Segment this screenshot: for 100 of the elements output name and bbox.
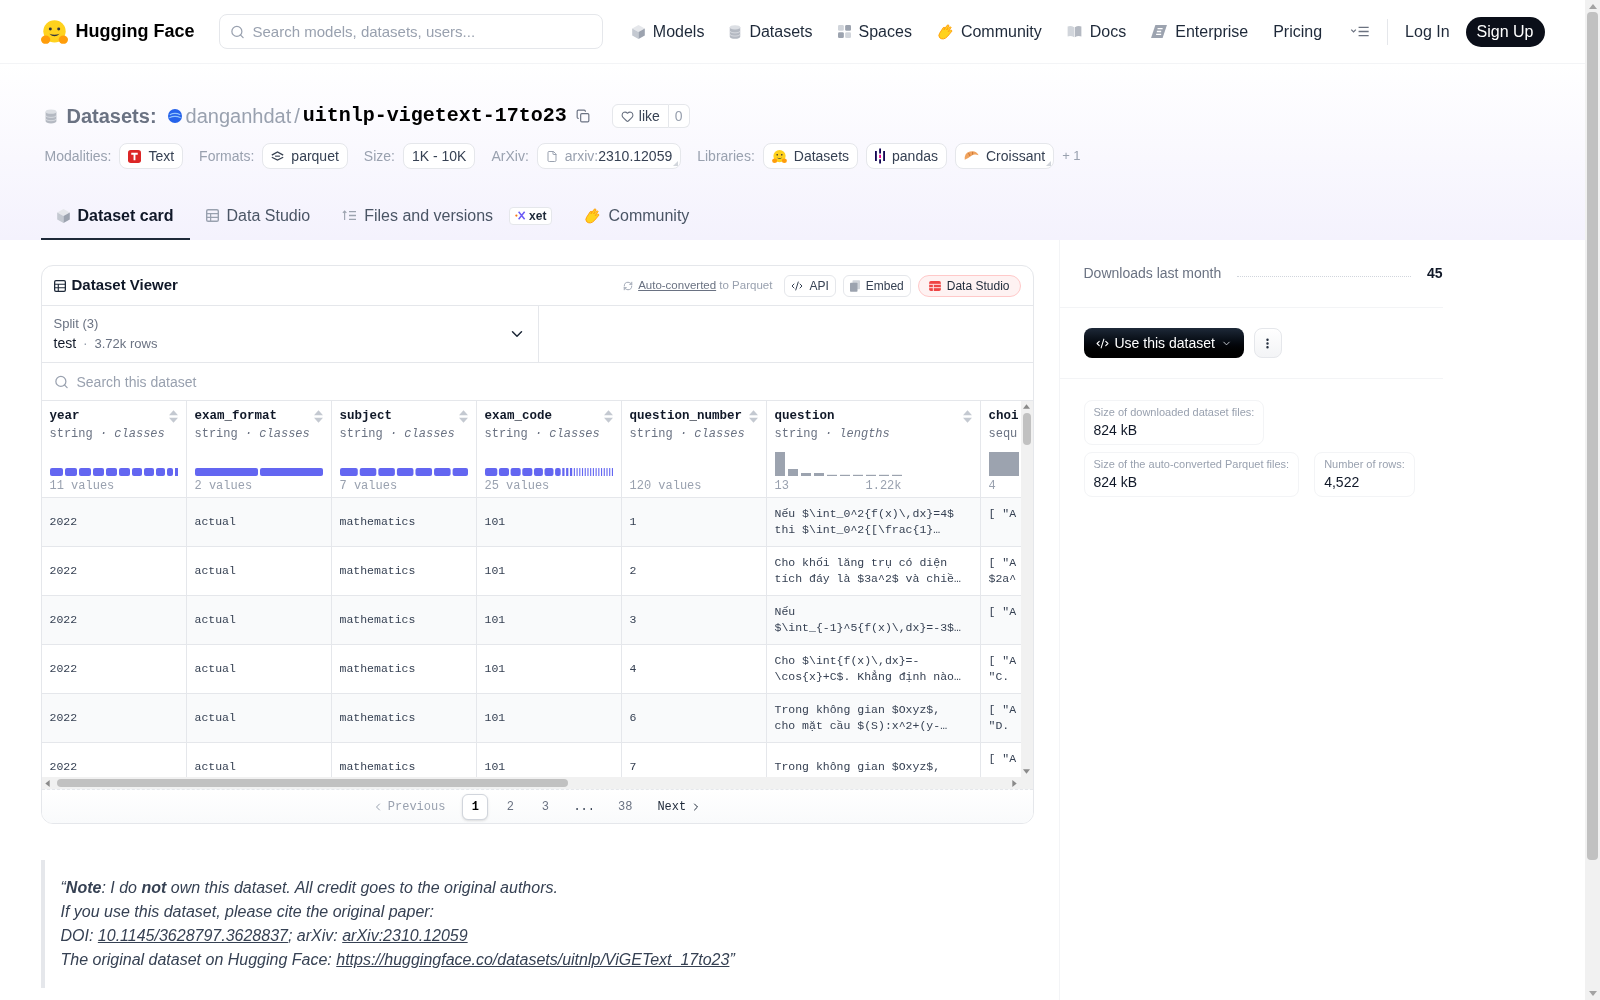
use-dataset-button[interactable]: Use this dataset: [1083, 328, 1244, 358]
column-name: question_number: [629, 408, 743, 426]
tag-link[interactable]: arxiv:2310.12059: [536, 143, 682, 169]
metadata-label: ArXiv:: [491, 146, 529, 166]
sort-icon[interactable]: [168, 410, 178, 423]
page-button[interactable]: 3: [532, 793, 559, 820]
dataset-name-link[interactable]: uitnlp-vigetext-17to23: [302, 101, 567, 131]
table-cell: 101: [484, 759, 506, 775]
data-studio-button[interactable]: Data Studio: [917, 274, 1021, 297]
table-icon: [53, 279, 66, 292]
downloads-count: 45: [1426, 264, 1443, 283]
column-type: string · classes: [49, 426, 165, 442]
table-cell: 2022: [49, 661, 78, 677]
table-cell: mathematics: [339, 661, 416, 677]
nav-link[interactable]: Pricing: [1273, 19, 1323, 44]
list-icon: [342, 210, 357, 221]
table-cell: Cho $\int{f(x)\,dx}=- \cos{x}+C$. Khẳng định nào…: [774, 653, 961, 685]
nav-link[interactable]: Docs: [1066, 19, 1127, 44]
table-cell: actual: [194, 710, 236, 726]
search-icon: [53, 374, 69, 389]
tag-link[interactable]: parquet: [262, 143, 348, 169]
pages-icon: [849, 279, 860, 292]
sort-icon[interactable]: [748, 410, 758, 423]
column-type: string · classes: [194, 426, 310, 442]
tag-link[interactable]: Datasets: [762, 143, 859, 169]
column-type: string · classes: [339, 426, 455, 442]
api-button[interactable]: API: [784, 274, 836, 297]
table-cell: 1: [629, 514, 637, 530]
quote-line: The original dataset on Hugging Face: https://huggingface.co/datasets/uitnlp/ViGEText_17to23”: [60, 950, 737, 970]
table-cell: [ "A: [988, 506, 1017, 522]
table-cell: mathematics: [339, 563, 416, 579]
table-icon: [928, 280, 941, 291]
signup-button[interactable]: Sign Up: [1465, 16, 1545, 47]
like-button[interactable]: like: [611, 104, 669, 128]
hugging-emoji-icon: [40, 19, 68, 44]
copy-icon: [575, 109, 590, 123]
text-tile-icon: [128, 149, 142, 163]
search-field[interactable]: Search models, datasets, users...: [218, 14, 603, 49]
quote-link[interactable]: 10.1145/3628797.3628837: [97, 927, 288, 944]
nav-link[interactable]: Spaces: [837, 19, 912, 44]
nav-link[interactable]: Community: [936, 19, 1042, 44]
scrollbar-thumb[interactable]: [1587, 12, 1598, 860]
embed-button[interactable]: Embed: [842, 274, 911, 297]
scrollbar-thumb[interactable]: [1022, 413, 1031, 445]
nav-link[interactable]: Datasets: [729, 19, 813, 44]
tab[interactable]: Data Studio: [189, 193, 327, 240]
table-cell: 2022: [49, 710, 78, 726]
scroll-right-icon: [1011, 779, 1017, 787]
table-cell: Nếu $\int_0^2{f(x)\,dx}=4$ thi $\int_0^2{[\frac{1}…: [774, 506, 954, 538]
table-cell: 101: [484, 661, 506, 677]
more-button[interactable]: [1253, 328, 1282, 358]
login-link[interactable]: Log In: [1405, 19, 1450, 44]
quote-link[interactable]: https://huggingface.co/datasets/uitnlp/ViGEText_17to23: [336, 951, 730, 968]
column-name: choi: [988, 408, 1019, 426]
tag-link[interactable]: Croissant: [955, 143, 1055, 169]
database-icon: [44, 108, 57, 124]
sort-icon[interactable]: [458, 410, 468, 423]
page-button[interactable]: 38: [610, 793, 641, 820]
column-name: question: [774, 408, 835, 426]
auto-converted-link[interactable]: Auto-converted: [638, 278, 717, 291]
split-dropdown[interactable]: Split (3) test · 3.72k rows: [41, 306, 539, 362]
nav-link[interactable]: Enterprise: [1151, 19, 1249, 44]
cube-icon: [631, 24, 645, 39]
copy-button[interactable]: [575, 109, 590, 123]
nav-link[interactable]: Models: [631, 19, 705, 44]
sort-icon[interactable]: [313, 410, 323, 423]
sort-icon[interactable]: [962, 410, 972, 423]
scrollbar-thumb[interactable]: [56, 779, 568, 787]
stat-label: Number of rows:: [1324, 457, 1405, 472]
column-name: subject: [339, 408, 392, 426]
next-page-button[interactable]: Next: [649, 793, 711, 820]
tab[interactable]: Files and versions xet: [326, 193, 569, 240]
column-name: exam_code: [484, 408, 552, 426]
brand-link[interactable]: Hugging Face: [40, 18, 195, 45]
tag-link[interactable]: Text: [119, 143, 184, 169]
page-scrollbar[interactable]: [1585, 0, 1600, 1000]
hand-icon: [936, 23, 953, 40]
page-button[interactable]: 1: [462, 793, 489, 820]
tag-link[interactable]: pandas: [866, 143, 947, 169]
table-cell: mathematics: [339, 710, 416, 726]
book-icon: [1066, 25, 1082, 38]
tab[interactable]: Dataset card: [40, 193, 190, 240]
histogram-chart: [988, 452, 1019, 476]
value-count: 120 values: [629, 479, 702, 494]
code-icon: [791, 279, 804, 292]
quote-link[interactable]: arXiv:2310.12059: [342, 927, 468, 944]
sort-icon[interactable]: [603, 410, 613, 423]
page-button[interactable]: 2: [497, 793, 524, 820]
scroll-up-icon: [1588, 4, 1597, 9]
table-cell: 6: [629, 710, 637, 726]
like-count: 0: [668, 104, 690, 128]
tab[interactable]: Community: [568, 193, 706, 240]
tag-link[interactable]: 1K - 10K: [402, 143, 476, 169]
grid-icon: [837, 25, 851, 38]
pagination-ellipsis: ...: [572, 798, 596, 816]
table-scrollbar[interactable]: [41, 777, 1033, 789]
table-cell: mathematics: [339, 612, 416, 628]
table-cell: 101: [484, 612, 506, 628]
value-count: 25 values: [484, 479, 550, 494]
metadata-label: Modalities:: [44, 146, 112, 166]
